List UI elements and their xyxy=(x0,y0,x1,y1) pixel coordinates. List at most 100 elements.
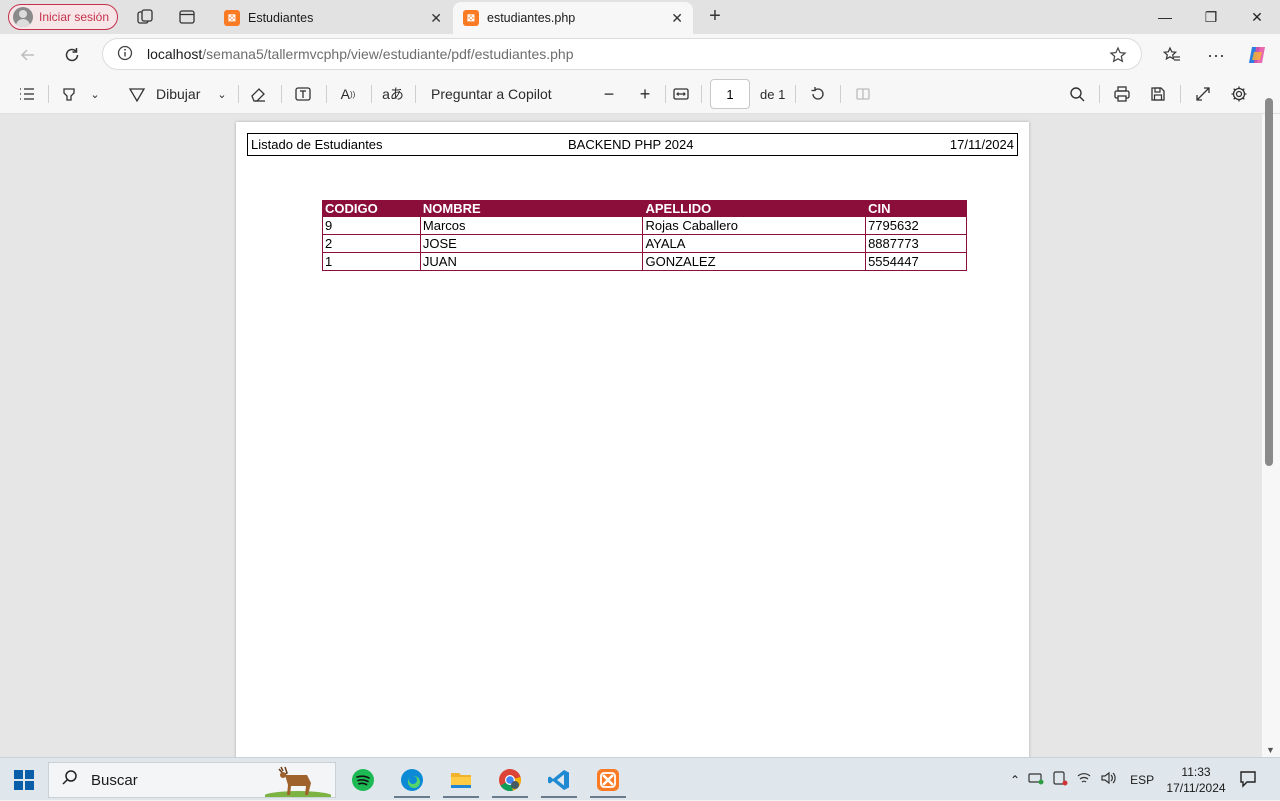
taskbar-search[interactable]: Buscar xyxy=(48,762,336,801)
wifi-icon[interactable] xyxy=(1076,770,1092,789)
table-cell: JUAN xyxy=(419,252,644,271)
language-indicator[interactable]: ESP xyxy=(1130,773,1154,787)
tab-strip: Iniciar sesión ⊠ Estudiantes ✕ ⊠ estudia… xyxy=(0,0,1280,34)
settings-gear-icon[interactable] xyxy=(1228,82,1250,106)
xampp-icon[interactable] xyxy=(586,762,630,798)
table-cell: JOSE xyxy=(419,234,644,253)
clock-date: 17/11/2024 xyxy=(1166,781,1226,795)
column-header: APELLIDO xyxy=(642,200,867,217)
clock-time: 11:33 xyxy=(1181,765,1211,779)
scrollbar-thumb[interactable] xyxy=(1265,98,1273,466)
text-box-icon[interactable] xyxy=(292,82,314,106)
more-options-icon[interactable]: ··· xyxy=(1203,42,1229,68)
fullscreen-icon[interactable] xyxy=(1192,82,1214,106)
contents-icon[interactable] xyxy=(16,82,38,106)
page-number-input[interactable] xyxy=(710,79,750,109)
chevron-down-icon[interactable]: ⌄ xyxy=(213,82,231,106)
pdf-viewer[interactable]: Listado de Estudiantes BACKEND PHP 2024 … xyxy=(0,114,1280,757)
header-title: Listado de Estudiantes xyxy=(251,137,383,152)
table-cell: GONZALEZ xyxy=(642,252,867,271)
url-host: localhost xyxy=(147,46,203,62)
table-cell: AYALA xyxy=(642,234,867,253)
page-view-icon[interactable] xyxy=(852,82,874,106)
minimize-button[interactable]: — xyxy=(1142,0,1188,34)
taskbar: Buscar ⌃ ESP 11:33 17/11/2024 xyxy=(0,757,1280,801)
tab-estudiantes-php[interactable]: ⊠ estudiantes.php ✕ xyxy=(453,2,693,34)
profile-button[interactable]: Iniciar sesión xyxy=(8,4,118,30)
close-tab-icon[interactable]: ✕ xyxy=(430,10,442,27)
column-header: CIN xyxy=(865,200,967,217)
table-row: 2 JOSE AYALA 8887773 xyxy=(322,234,967,253)
column-header: CODIGO xyxy=(322,200,421,217)
network-status-icon[interactable] xyxy=(1028,770,1044,789)
chevron-down-icon[interactable]: ⌄ xyxy=(86,82,104,106)
xampp-icon: ⊠ xyxy=(224,10,240,26)
highlight-icon[interactable] xyxy=(58,82,80,106)
copilot-icon[interactable] xyxy=(1244,42,1270,68)
avatar xyxy=(13,7,33,27)
zoom-out-icon[interactable]: − xyxy=(598,82,620,106)
search-label: Buscar xyxy=(91,771,138,789)
back-icon[interactable] xyxy=(15,42,41,68)
clock[interactable]: 11:33 17/11/2024 xyxy=(1160,764,1232,796)
refresh-icon[interactable] xyxy=(59,42,85,68)
restore-button[interactable]: ❐ xyxy=(1188,0,1234,34)
file-explorer-icon[interactable] xyxy=(439,762,483,798)
page-total: de 1 xyxy=(760,86,786,102)
windows-start-icon[interactable] xyxy=(14,770,34,790)
pdf-toolbar: ⌄ Dibujar ⌄ A)) aあ Preguntar a Copilot −… xyxy=(0,74,1280,114)
table-row: 1 JUAN GONZALEZ 5554447 xyxy=(322,252,967,271)
save-icon[interactable] xyxy=(1147,82,1169,106)
tab-actions-icon[interactable] xyxy=(177,7,197,27)
table-header-row: CODIGO NOMBRE APELLIDO CIN xyxy=(322,200,967,217)
xampp-icon: ⊠ xyxy=(463,10,479,26)
favorite-star-icon[interactable] xyxy=(1109,46,1127,67)
draw-icon[interactable] xyxy=(126,82,148,106)
table-cell: 7795632 xyxy=(865,216,967,235)
system-tray: ⌃ ESP xyxy=(1010,758,1154,801)
ask-copilot-button[interactable]: Preguntar a Copilot xyxy=(431,82,552,106)
table-cell: 2 xyxy=(322,234,421,253)
document-header: Listado de Estudiantes BACKEND PHP 2024 … xyxy=(247,133,1018,156)
translate-icon[interactable]: aあ xyxy=(382,82,404,106)
volume-icon[interactable] xyxy=(1100,770,1116,789)
table-row: 9 Marcos Rojas Caballero 7795632 xyxy=(322,216,967,235)
spotify-icon[interactable] xyxy=(341,762,385,798)
table-cell: Marcos xyxy=(419,216,644,235)
rotate-icon[interactable] xyxy=(807,82,829,106)
tab-title: Estudiantes xyxy=(248,11,314,25)
new-tab-button[interactable]: + xyxy=(704,6,726,28)
zoom-in-icon[interactable]: + xyxy=(634,82,656,106)
deer-illustration-icon xyxy=(262,765,334,801)
url-path: /semana5/tallermvcphp/view/estudiante/pd… xyxy=(202,46,574,62)
table-cell: 9 xyxy=(322,216,421,235)
chrome-icon[interactable] xyxy=(488,762,532,798)
students-table: CODIGO NOMBRE APELLIDO CIN 9 Marcos Roja… xyxy=(322,200,967,271)
fit-to-width-icon[interactable] xyxy=(670,82,692,106)
address-bar[interactable]: localhost/semana5/tallermvcphp/view/estu… xyxy=(102,38,1142,70)
pdf-page: Listado de Estudiantes BACKEND PHP 2024 … xyxy=(236,122,1029,757)
print-icon[interactable] xyxy=(1111,82,1133,106)
table-cell: 8887773 xyxy=(865,234,967,253)
column-header: NOMBRE xyxy=(419,200,644,217)
site-info-icon[interactable] xyxy=(117,45,133,64)
search-icon[interactable] xyxy=(1066,82,1088,106)
close-window-button[interactable]: ✕ xyxy=(1234,0,1280,34)
close-tab-icon[interactable]: ✕ xyxy=(671,10,683,27)
battery-icon[interactable] xyxy=(1052,770,1068,789)
profile-label: Iniciar sesión xyxy=(39,10,110,24)
tab-estudiantes[interactable]: ⊠ Estudiantes ✕ xyxy=(214,2,452,34)
table-cell: 5554447 xyxy=(865,252,967,271)
workspaces-icon[interactable] xyxy=(135,7,155,27)
table-cell: 1 xyxy=(322,252,421,271)
read-aloud-icon[interactable]: A)) xyxy=(337,82,359,106)
notifications-icon[interactable] xyxy=(1238,769,1258,792)
search-icon xyxy=(61,769,79,791)
chevron-up-icon[interactable]: ⌃ xyxy=(1010,773,1020,787)
vscode-icon[interactable] xyxy=(537,762,581,798)
favorites-icon[interactable] xyxy=(1159,42,1185,68)
scroll-down-icon[interactable]: ▼ xyxy=(1266,745,1275,755)
eraser-icon[interactable] xyxy=(247,82,269,106)
edge-icon[interactable] xyxy=(390,762,434,798)
draw-label[interactable]: Dibujar xyxy=(156,82,200,106)
